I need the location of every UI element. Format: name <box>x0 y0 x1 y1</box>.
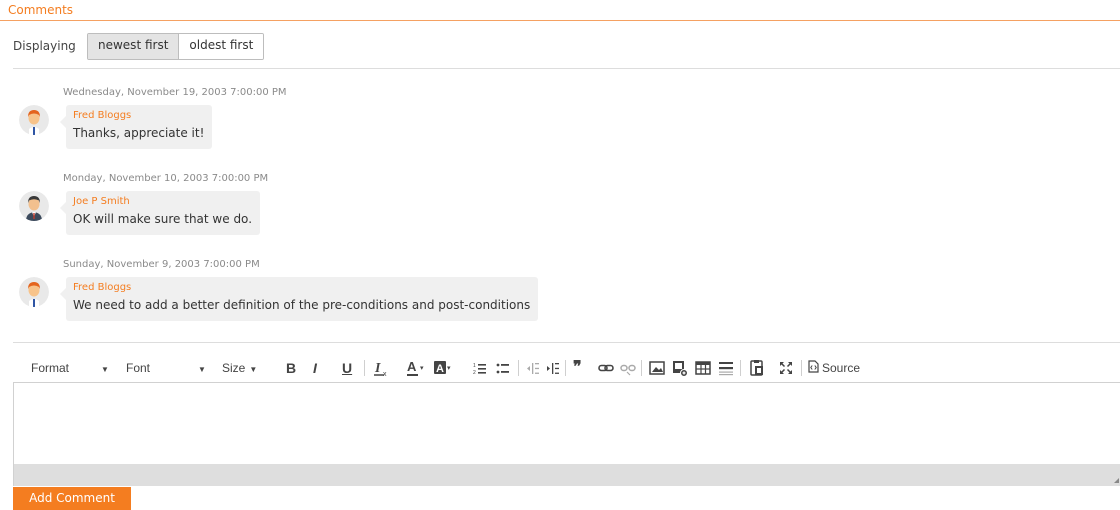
toolbar-separator <box>801 360 802 376</box>
svg-text:I: I <box>374 361 381 376</box>
comment-editor[interactable] <box>13 382 1120 465</box>
comment-date: Monday, November 10, 2003 7:00:00 PM <box>63 173 269 184</box>
maximize-icon[interactable] <box>778 356 794 380</box>
source-button[interactable]: Source <box>808 356 860 380</box>
resize-handle-icon[interactable] <box>1114 478 1119 483</box>
source-code-icon <box>808 357 819 381</box>
source-button-label: Source <box>822 361 861 375</box>
svg-text:x: x <box>383 371 387 378</box>
format-dropdown-label: Format <box>31 361 70 375</box>
sort-oldest-first-button[interactable]: oldest first <box>179 34 264 59</box>
section-title: Comments <box>8 3 74 17</box>
italic-button[interactable]: I <box>313 356 317 380</box>
toolbar-separator <box>518 360 519 376</box>
editor-toolbar: Format ▼ Font ▼ Size ▼ B I U Ix A ▾ A ▾ 12 … <box>13 356 1120 380</box>
comment-author[interactable]: Fred Bloggs <box>73 109 204 122</box>
comment-text: OK will make sure that we do. <box>73 212 253 226</box>
comment-bubble: Fred Bloggs We need to add a better defi… <box>59 277 539 321</box>
toolbar-separator <box>364 360 365 376</box>
svg-text:▾: ▾ <box>420 365 424 372</box>
comment-date: Sunday, November 9, 2003 7:00:00 PM <box>63 259 260 270</box>
blockquote-icon[interactable]: ❞ <box>573 356 582 380</box>
comment-author[interactable]: Fred Bloggs <box>73 281 530 294</box>
table-icon[interactable] <box>695 356 711 380</box>
font-dropdown-label: Font <box>126 361 151 375</box>
toolbar-separator <box>641 360 642 376</box>
svg-text:A: A <box>407 359 417 374</box>
red-hair-man-avatar-icon <box>19 277 49 307</box>
remove-format-icon[interactable]: Ix <box>373 356 389 380</box>
svg-text:A: A <box>436 363 444 375</box>
svg-text:2: 2 <box>473 370 476 376</box>
increase-indent-icon[interactable] <box>546 356 560 380</box>
format-chevron-down-icon[interactable]: ▼ <box>97 356 109 380</box>
embed-media-icon[interactable] <box>672 356 688 380</box>
section-divider <box>0 20 1120 21</box>
comment-bubble: Joe P Smith OK will make sure that we do… <box>59 191 261 235</box>
link-icon[interactable] <box>598 356 614 380</box>
comment-author[interactable]: Joe P Smith <box>73 195 252 208</box>
paste-icon[interactable] <box>749 356 765 380</box>
format-dropdown[interactable]: Format <box>31 356 69 380</box>
bold-button[interactable]: B <box>286 356 296 380</box>
sort-toggle-group: newest first oldest first <box>87 33 265 60</box>
size-dropdown-label: Size <box>222 361 246 375</box>
add-comment-button[interactable]: Add Comment <box>13 487 131 510</box>
unlink-icon[interactable] <box>620 356 636 380</box>
underline-button[interactable]: U <box>342 356 352 380</box>
bulleted-list-icon[interactable] <box>496 356 510 380</box>
decrease-indent-icon[interactable] <box>526 356 540 380</box>
comment-text: We need to add a better definition of th… <box>73 298 531 312</box>
font-chevron-down-icon[interactable]: ▼ <box>194 356 206 380</box>
size-chevron-down-icon: ▼ <box>249 365 258 374</box>
comment-text: Thanks, appreciate it! <box>73 126 205 140</box>
font-dropdown[interactable]: Font <box>126 356 150 380</box>
comment-date: Wednesday, November 19, 2003 7:00:00 PM <box>63 87 287 98</box>
comment-bubble: Fred Bloggs Thanks, appreciate it! <box>59 105 213 149</box>
image-icon[interactable] <box>649 356 665 380</box>
comments-list-divider <box>13 68 1120 69</box>
svg-text:1: 1 <box>473 363 476 369</box>
background-color-icon[interactable]: A ▾ <box>433 356 455 380</box>
sort-newest-first-button[interactable]: newest first <box>88 34 180 59</box>
editor-status-bar <box>13 464 1120 486</box>
svg-text:▾: ▾ <box>447 365 451 372</box>
sort-label: Displaying <box>13 39 76 53</box>
numbered-list-icon[interactable]: 12 <box>473 356 487 380</box>
horizontal-rule-icon[interactable] <box>718 356 734 380</box>
editor-divider <box>13 342 1120 343</box>
size-dropdown[interactable]: Size ▼ <box>222 356 257 380</box>
text-color-icon[interactable]: A ▾ <box>406 356 428 380</box>
red-hair-man-avatar-icon <box>19 105 49 135</box>
dark-hair-man-avatar-icon <box>19 191 49 221</box>
toolbar-separator <box>740 360 741 376</box>
toolbar-separator <box>565 360 566 376</box>
